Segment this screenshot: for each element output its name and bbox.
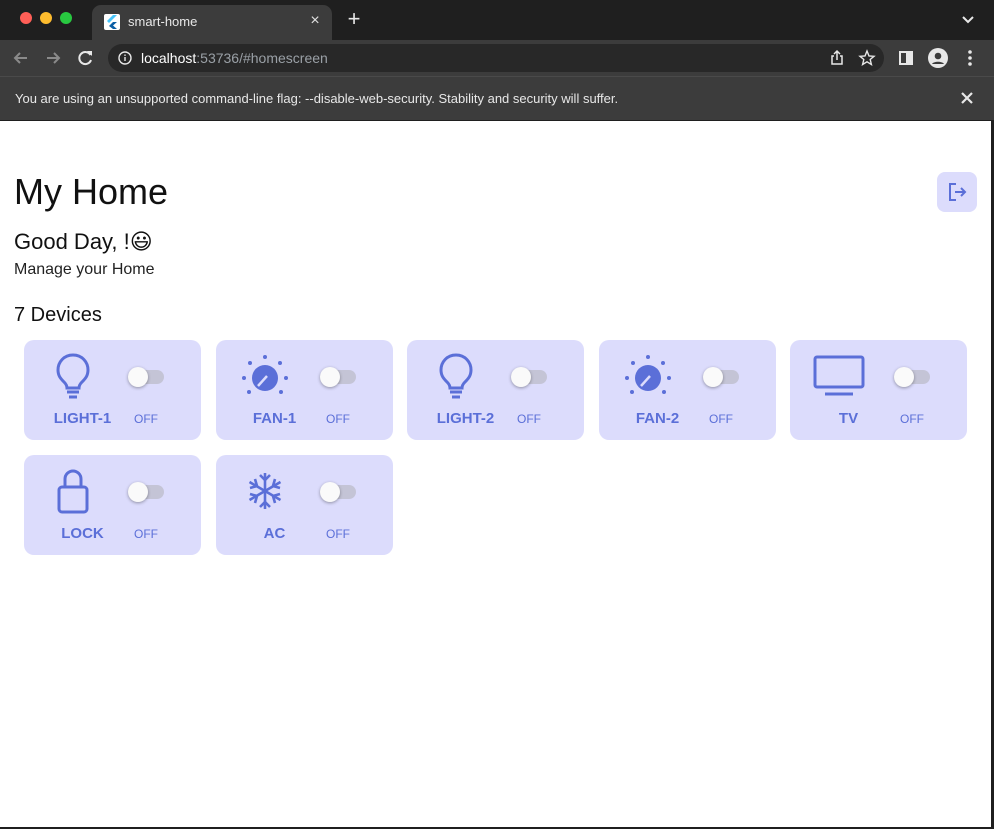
- tv-icon: [806, 352, 872, 400]
- lightbulb-icon: [423, 352, 489, 400]
- power-toggle[interactable]: [320, 482, 356, 502]
- fan-dial-icon: [615, 352, 681, 400]
- device-status: OFF: [709, 412, 733, 426]
- device-status: OFF: [134, 412, 158, 426]
- device-name: LIGHT-2: [436, 410, 495, 427]
- device-status: OFF: [326, 527, 350, 541]
- app-page: My Home Good Day, !😃 Manage your Home 7 …: [0, 121, 991, 827]
- bookmark-star-icon[interactable]: [858, 49, 876, 72]
- logout-icon: [949, 183, 967, 201]
- greeting-text: Good Day, !😃: [14, 229, 153, 254]
- fan-dial-icon: [232, 352, 298, 400]
- back-arrow-icon[interactable]: [10, 47, 32, 69]
- tab-title: smart-home: [128, 14, 198, 29]
- browser-toolbar: localhost:53736/#homescreen: [0, 40, 994, 76]
- power-toggle[interactable]: [703, 367, 739, 387]
- warning-infobar: You are using an unsupported command-lin…: [0, 76, 994, 120]
- device-card-fan-1[interactable]: FAN-1 OFF: [216, 340, 393, 440]
- device-card-light-1[interactable]: LIGHT-1 OFF: [24, 340, 201, 440]
- snowflake-icon: [232, 467, 298, 515]
- power-toggle[interactable]: [128, 367, 164, 387]
- subtitle-text: Manage your Home: [14, 261, 155, 278]
- device-name: FAN-2: [635, 410, 680, 427]
- flutter-favicon-icon: [104, 14, 120, 30]
- browser-tab[interactable]: smart-home ×: [92, 5, 332, 40]
- device-name: FAN-1: [252, 410, 297, 427]
- power-toggle[interactable]: [894, 367, 930, 387]
- device-name: LIGHT-1: [53, 410, 112, 427]
- close-icon[interactable]: [958, 89, 976, 107]
- profile-avatar-icon[interactable]: [927, 47, 949, 69]
- more-menu-icon[interactable]: [959, 47, 981, 69]
- device-status: OFF: [517, 412, 541, 426]
- browser-titlebar: smart-home × +: [0, 0, 994, 40]
- share-icon[interactable]: [828, 49, 846, 72]
- device-name: LOCK: [61, 525, 104, 542]
- close-window-button[interactable]: [20, 12, 32, 24]
- device-status: OFF: [900, 412, 924, 426]
- lightbulb-icon: [40, 352, 106, 400]
- power-toggle[interactable]: [128, 482, 164, 502]
- reload-icon[interactable]: [74, 47, 96, 69]
- site-info-icon[interactable]: [118, 51, 132, 65]
- infobar-message: You are using an unsupported command-lin…: [15, 91, 619, 106]
- device-status: OFF: [326, 412, 350, 426]
- device-card-ac[interactable]: AC OFF: [216, 455, 393, 555]
- power-toggle[interactable]: [320, 367, 356, 387]
- device-card-lock[interactable]: LOCK OFF: [24, 455, 201, 555]
- power-toggle[interactable]: [511, 367, 547, 387]
- device-name: AC: [263, 525, 286, 542]
- device-card-tv[interactable]: TV OFF: [790, 340, 967, 440]
- device-card-light-2[interactable]: LIGHT-2 OFF: [407, 340, 584, 440]
- address-bar[interactable]: localhost:53736/#homescreen: [108, 44, 884, 72]
- lock-icon: [40, 467, 106, 515]
- device-status: OFF: [134, 527, 158, 541]
- page-title: My Home: [14, 171, 169, 212]
- minimize-window-button[interactable]: [40, 12, 52, 24]
- tab-close-icon[interactable]: ×: [306, 12, 324, 30]
- logout-button[interactable]: [937, 172, 977, 212]
- device-name: TV: [838, 410, 859, 427]
- device-card-fan-2[interactable]: FAN-2 OFF: [599, 340, 776, 440]
- device-count: 7 Devices: [14, 304, 102, 326]
- chevron-down-icon[interactable]: [960, 12, 976, 28]
- side-panel-icon[interactable]: [895, 47, 917, 69]
- maximize-window-button[interactable]: [60, 12, 72, 24]
- new-tab-button[interactable]: +: [344, 8, 364, 30]
- url-text: localhost:53736/#homescreen: [141, 50, 328, 66]
- forward-arrow-icon[interactable]: [42, 47, 64, 69]
